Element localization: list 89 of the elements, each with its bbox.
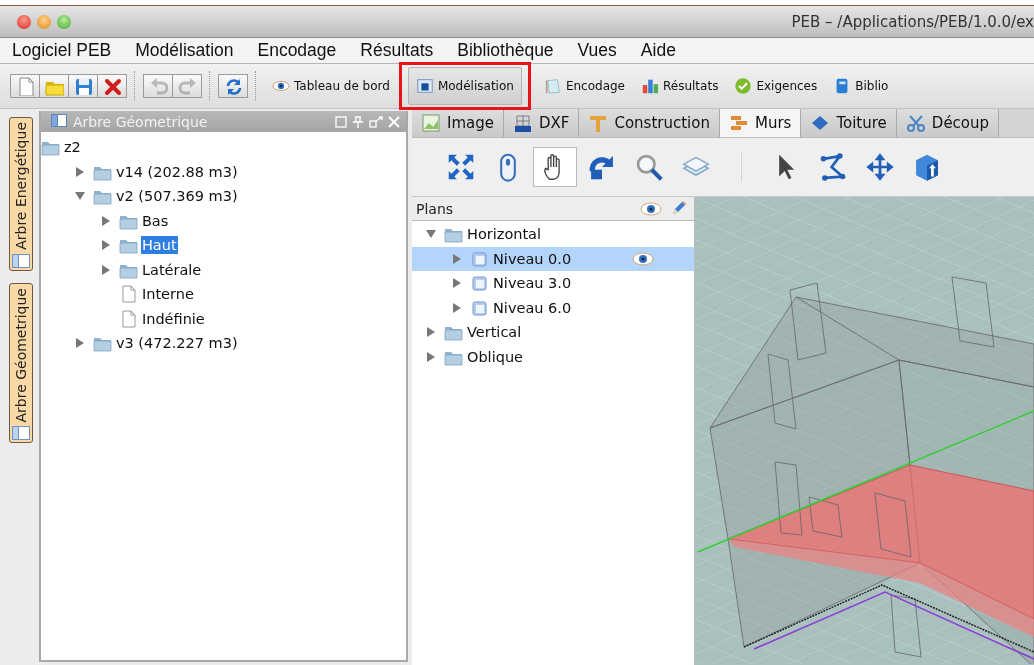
menu-item[interactable]: Aide <box>640 40 676 61</box>
tree-row[interactable]: Niveau 6.0 <box>412 295 694 320</box>
image-icon <box>421 113 441 133</box>
expand-arrow-icon[interactable] <box>99 263 112 276</box>
expand-arrow-icon[interactable] <box>99 239 112 252</box>
tree-item[interactable]: Niveau 0.0 <box>492 249 573 268</box>
tree-item[interactable]: Indéfinie <box>140 309 206 328</box>
bar-chart-icon <box>641 77 659 95</box>
page-button[interactable] <box>10 74 40 98</box>
expand-arrow-icon[interactable] <box>451 277 463 290</box>
tab[interactable]: Construction <box>579 109 720 137</box>
tree-row[interactable]: Horizontal <box>412 222 694 247</box>
eye-icon[interactable] <box>640 201 662 216</box>
plane-icon <box>470 298 489 317</box>
close-icon[interactable] <box>388 115 400 128</box>
hand-tool[interactable] <box>533 147 577 187</box>
view-button[interactable]: Tableau de bord <box>264 67 398 105</box>
tree-item[interactable]: v14 (202.88 m3) <box>114 162 239 181</box>
tree-item[interactable]: Horizontal <box>466 225 543 244</box>
tree-item[interactable]: Latérale <box>140 260 203 279</box>
save-icon <box>73 76 93 96</box>
side-tab[interactable]: Arbre Géometrique <box>9 282 33 444</box>
window-icon <box>415 77 434 95</box>
expand-arrow-icon[interactable] <box>451 252 463 265</box>
tree-item[interactable]: Vertical <box>466 323 523 342</box>
menu-item[interactable]: Bibliothèque <box>457 40 554 61</box>
tree-item[interactable]: Interne <box>140 285 195 304</box>
expand-arrow-icon[interactable] <box>73 337 86 350</box>
tree-row[interactable]: Niveau 3.0 <box>412 271 694 296</box>
eye-icon[interactable] <box>632 251 654 266</box>
bricks-icon <box>728 113 749 133</box>
tree-item[interactable]: v3 (472.227 m3) <box>114 334 239 353</box>
expand-arrow-icon[interactable] <box>99 214 112 227</box>
view-button[interactable]: Résultats <box>633 67 727 105</box>
tree-row[interactable]: Vertical <box>412 320 694 345</box>
plane-icon <box>470 249 489 268</box>
tab[interactable]: Toiture <box>801 109 897 137</box>
tree-item[interactable]: Niveau 3.0 <box>492 274 573 293</box>
expand-arrow-icon[interactable] <box>425 326 437 339</box>
window-title: PEB – /Applications/PEB/1.0.0/ex <box>791 12 1034 31</box>
tab[interactable]: Murs <box>719 109 802 137</box>
redo-icon <box>177 76 197 96</box>
panel-icon <box>12 253 30 268</box>
close-button[interactable] <box>17 14 31 29</box>
tab[interactable]: Découp <box>896 109 1000 137</box>
panel-title: Arbre Géometrique <box>72 113 208 130</box>
menu-item[interactable]: Modélisation <box>135 40 234 61</box>
expand-arrow-icon[interactable] <box>451 301 463 314</box>
plane-icon <box>470 274 489 293</box>
tree-item[interactable]: Haut <box>140 236 178 255</box>
tree-item[interactable]: v2 (507.369 m3) <box>114 187 239 206</box>
delete-button[interactable] <box>97 74 127 98</box>
pencil-icon[interactable] <box>670 200 686 217</box>
tree-item[interactable]: z2 <box>62 138 82 157</box>
folder-button[interactable] <box>39 74 69 98</box>
tree-row[interactable]: Niveau 0.0 <box>412 246 694 271</box>
dxf-icon <box>513 113 533 133</box>
tab[interactable]: Image <box>412 109 504 137</box>
menu-item[interactable]: Vues <box>577 40 617 61</box>
tree-row[interactable]: Oblique <box>412 344 694 369</box>
view-button[interactable]: Biblio <box>825 67 897 105</box>
view-button[interactable]: Modélisation <box>407 67 522 105</box>
polyline-icon <box>818 152 848 182</box>
side-tab[interactable]: Arbre Energétique <box>9 117 33 271</box>
expand-arrow-icon[interactable] <box>73 165 86 178</box>
view-button[interactable]: Encodage <box>535 67 633 105</box>
move-arrows-icon <box>865 152 895 182</box>
menu-item[interactable]: Encodage <box>257 40 337 61</box>
panel-icon <box>50 114 67 127</box>
check-icon <box>734 77 753 95</box>
menu-item[interactable]: Résultats <box>360 40 434 61</box>
expand-arrow-icon[interactable] <box>425 350 437 363</box>
tab[interactable]: DXF <box>504 109 580 137</box>
plans-title: Plans <box>416 200 454 217</box>
delete-icon <box>102 76 122 96</box>
notepad-icon <box>543 77 562 95</box>
scissors-icon <box>905 113 926 133</box>
view-button[interactable]: Exigences <box>726 67 826 105</box>
panel-icon <box>12 426 30 441</box>
search-icon <box>634 152 664 182</box>
tree-item[interactable]: Bas <box>140 211 170 230</box>
tree-item[interactable]: Oblique <box>466 347 524 366</box>
tree-item[interactable]: Niveau 6.0 <box>492 298 573 317</box>
refresh-button[interactable] <box>218 74 248 98</box>
ruler-icon <box>588 113 609 133</box>
float-icon[interactable] <box>369 115 383 128</box>
save-button[interactable] <box>68 74 98 98</box>
expand-icon <box>446 152 476 182</box>
menu-item[interactable]: Logiciel PEB <box>12 40 112 61</box>
